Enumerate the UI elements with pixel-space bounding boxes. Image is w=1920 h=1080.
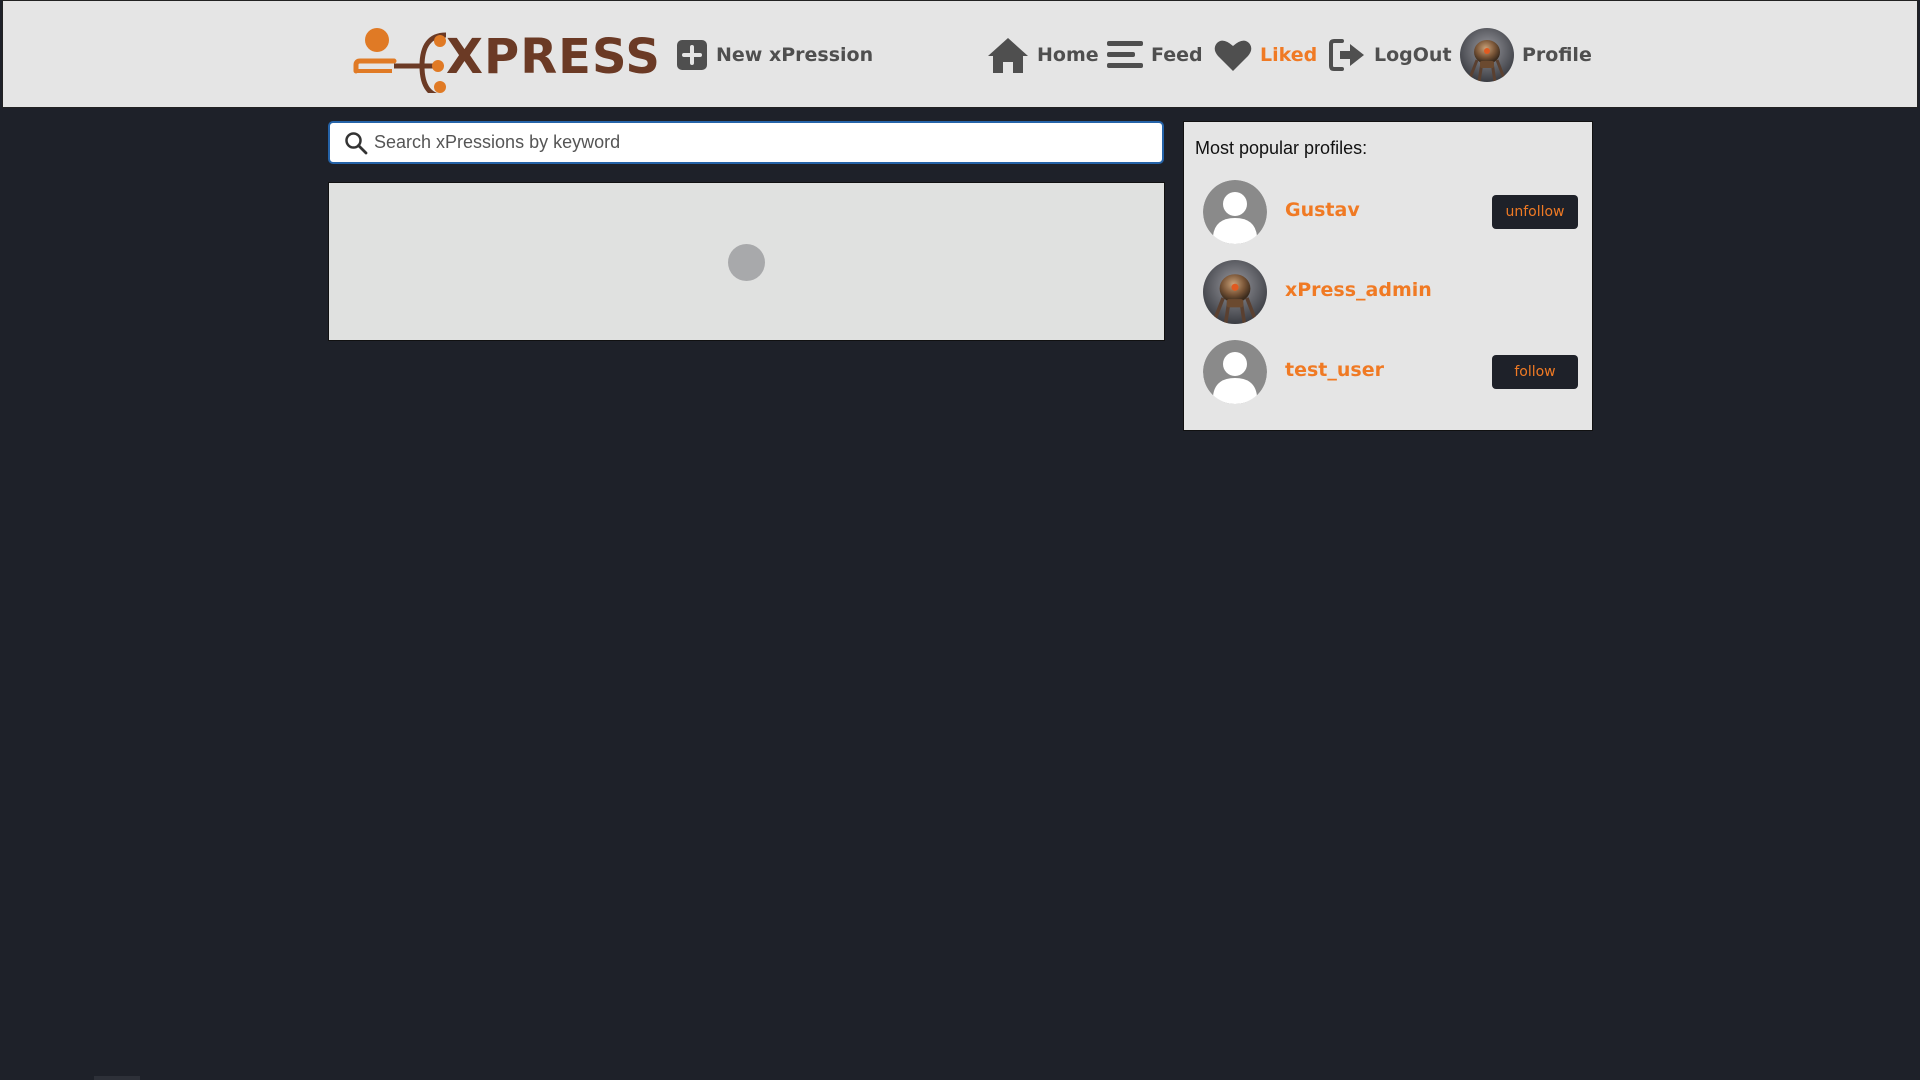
popular-profiles-panel: Most popular profiles: Gustav unfollow x… <box>1183 121 1593 431</box>
heart-icon <box>1214 38 1252 72</box>
nav-logout-label: LogOut <box>1374 44 1452 66</box>
search-bar <box>328 121 1164 164</box>
top-navbar: XPRESS New xPression Home Feed Liked Log… <box>2 0 1918 108</box>
follow-button[interactable]: follow <box>1492 355 1578 389</box>
nav-feed-label: Feed <box>1151 44 1203 66</box>
xpress-logo[interactable]: XPRESS <box>350 21 660 93</box>
profile-name[interactable]: Gustav <box>1285 199 1360 221</box>
unfollow-button[interactable]: unfollow <box>1492 195 1578 229</box>
popular-profile-row: Gustav unfollow <box>1203 180 1578 244</box>
logo-mark <box>353 28 447 93</box>
bars-icon <box>1107 39 1143 71</box>
new-xpression-label: New xPression <box>716 44 874 66</box>
popular-profile-row: test_user follow <box>1203 340 1578 404</box>
nav-profile-label: Profile <box>1522 44 1592 66</box>
default-avatar-icon[interactable] <box>1203 180 1267 244</box>
default-avatar-icon[interactable] <box>1203 340 1267 404</box>
robot-avatar <box>1460 28 1514 82</box>
home-icon <box>987 36 1029 74</box>
feed-panel <box>328 182 1165 341</box>
logout-icon <box>1328 38 1366 72</box>
profile-name[interactable]: test_user <box>1285 359 1384 381</box>
nav-feed[interactable]: Feed <box>1107 31 1203 79</box>
loading-spinner <box>728 244 765 281</box>
nav-profile[interactable]: Profile <box>1460 28 1592 82</box>
new-xpression-button[interactable]: New xPression <box>676 31 873 79</box>
search-icon <box>344 131 368 155</box>
popular-profile-row: xPress_admin <box>1203 260 1578 324</box>
nav-logout[interactable]: LogOut <box>1328 31 1452 79</box>
profile-name[interactable]: xPress_admin <box>1285 279 1432 301</box>
logo-text: XPRESS <box>446 29 661 85</box>
bottom-edge-artifact <box>94 1076 140 1080</box>
nav-home-label: Home <box>1037 44 1099 66</box>
popular-profiles-title: Most popular profiles: <box>1195 138 1368 158</box>
plus-square-icon <box>676 39 708 71</box>
robot-avatar[interactable] <box>1203 260 1267 324</box>
search-input[interactable] <box>374 123 1162 162</box>
nav-home[interactable]: Home <box>987 31 1099 79</box>
nav-liked[interactable]: Liked <box>1214 31 1317 79</box>
nav-liked-label: Liked <box>1260 44 1318 66</box>
